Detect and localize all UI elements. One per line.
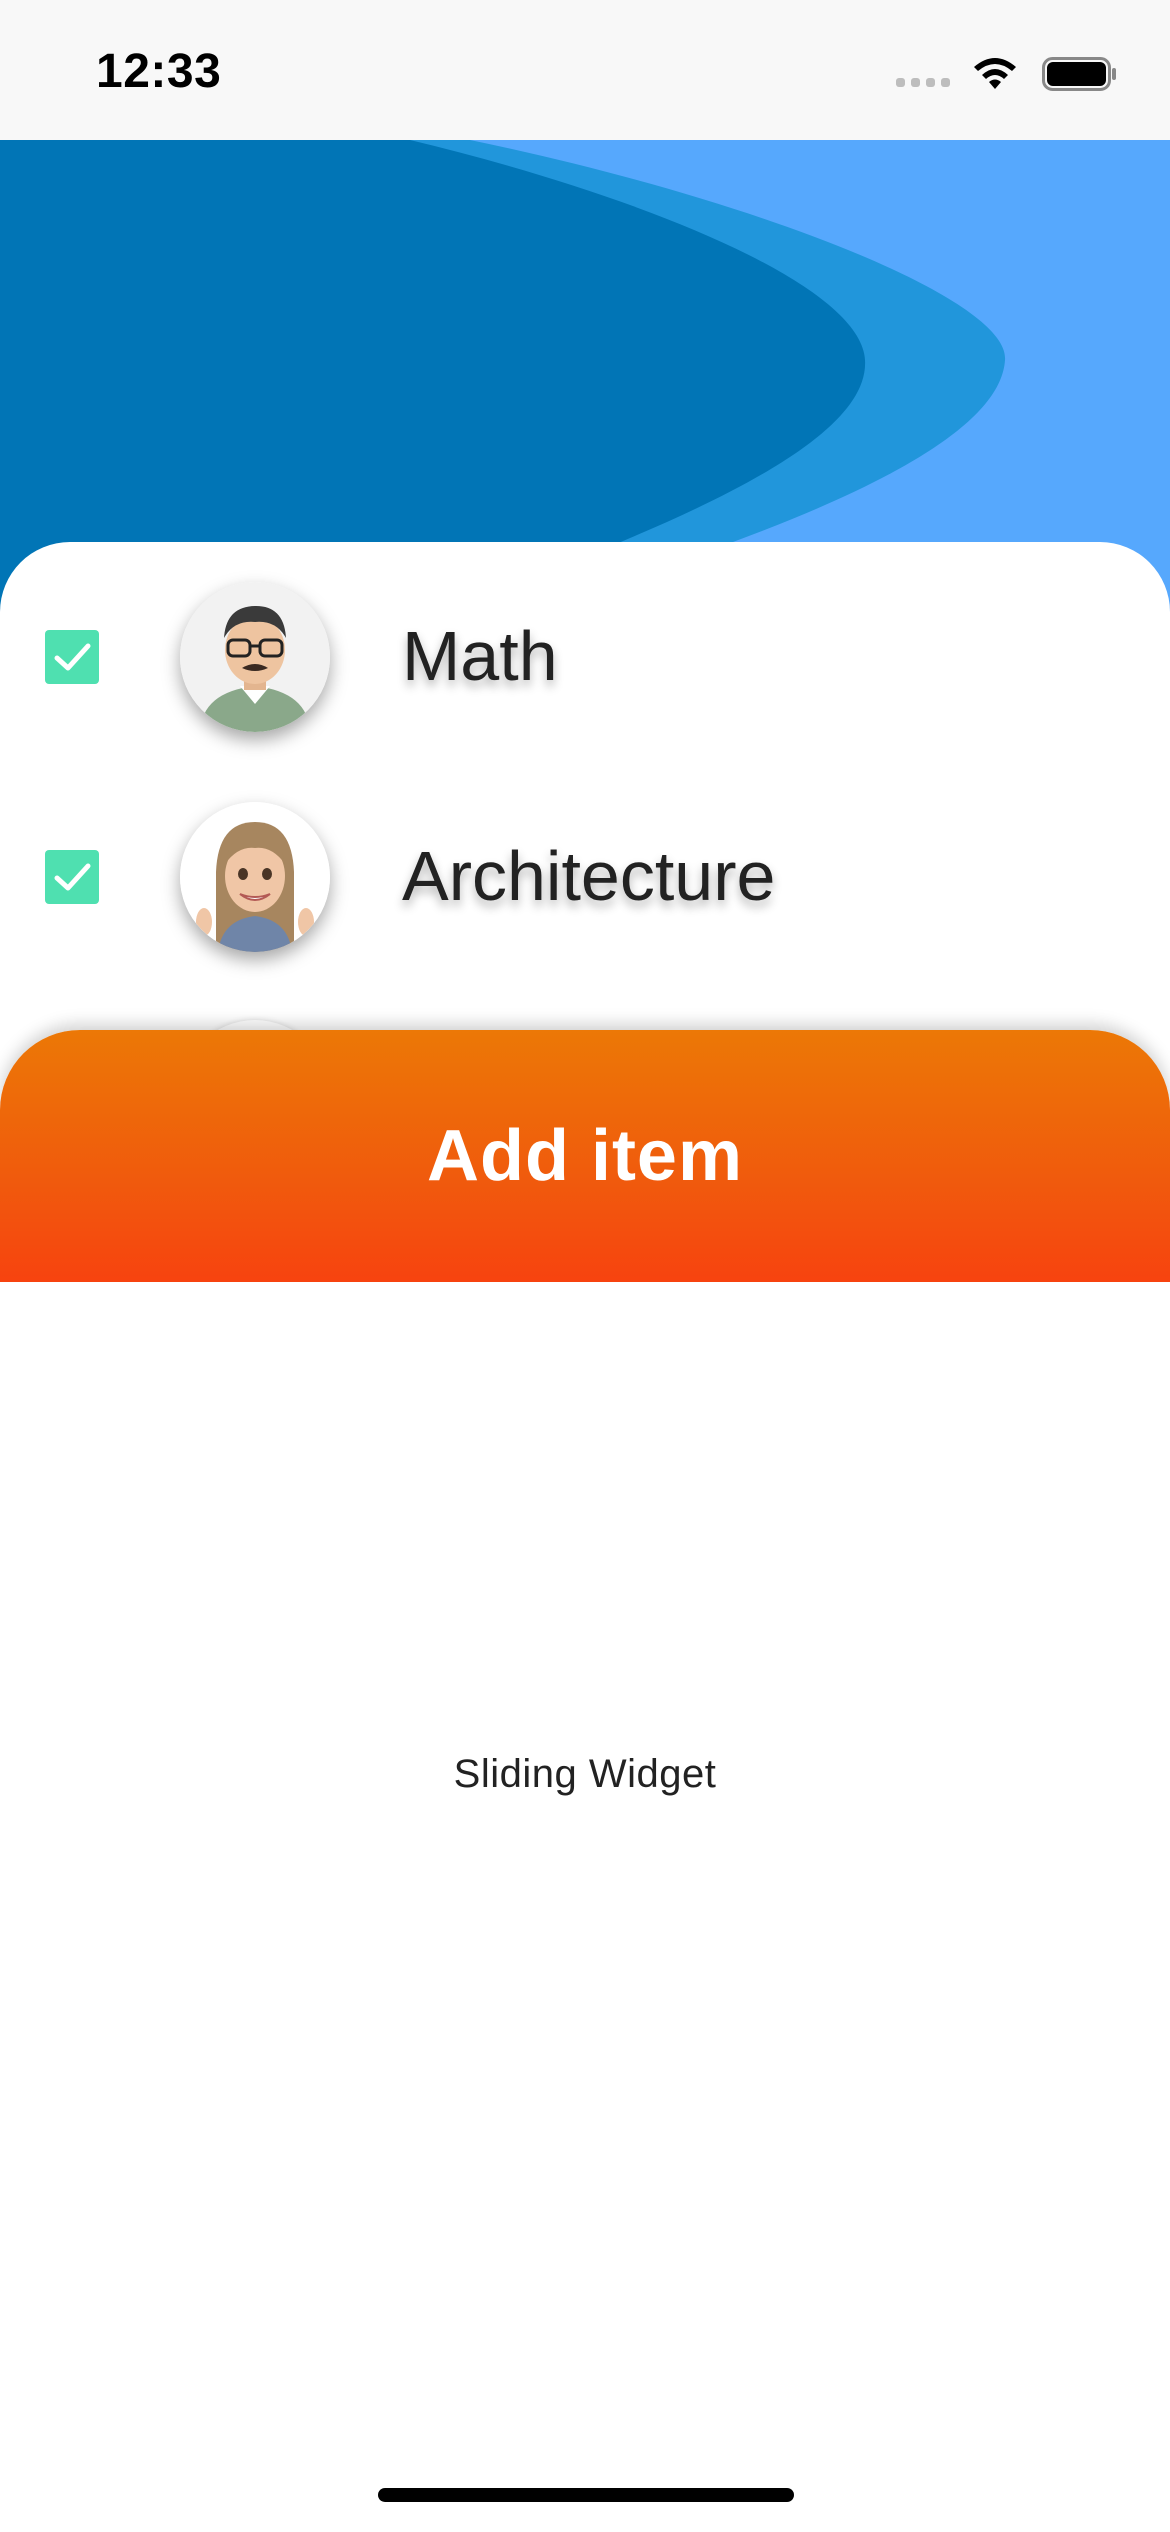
add-item-button[interactable]: Add item xyxy=(0,1030,1170,1282)
status-icons xyxy=(896,54,1118,94)
item-label-math: Math xyxy=(402,617,558,695)
sliding-widget-panel[interactable]: Sliding Widget xyxy=(0,1282,1170,2532)
battery-icon xyxy=(1042,57,1116,91)
checkmark-icon xyxy=(54,863,91,891)
subject-list-card: Math Architecture xyxy=(0,542,1170,1062)
cellular-signal-icon xyxy=(896,77,950,87)
item-label-architecture: Architecture xyxy=(402,837,776,915)
list-item[interactable]: Math xyxy=(0,582,1170,732)
checkbox-checked[interactable] xyxy=(45,850,99,904)
home-indicator[interactable] xyxy=(378,2488,794,2502)
status-bar: 12:33 xyxy=(0,0,1170,140)
sliding-widget-label: Sliding Widget xyxy=(453,1752,717,1796)
checkbox-checked[interactable] xyxy=(45,630,99,684)
man-memoji-avatar xyxy=(180,582,330,732)
list-item[interactable]: Architecture xyxy=(0,802,1170,952)
wifi-icon xyxy=(974,58,1016,89)
checkmark-icon xyxy=(54,643,91,671)
add-item-label: Add item xyxy=(426,1116,743,1196)
app-screen: 12:33 Math Architecture Add item Sliding… xyxy=(0,0,1170,2532)
woman-memoji-avatar xyxy=(180,802,330,952)
status-time: 12:33 xyxy=(96,45,222,98)
